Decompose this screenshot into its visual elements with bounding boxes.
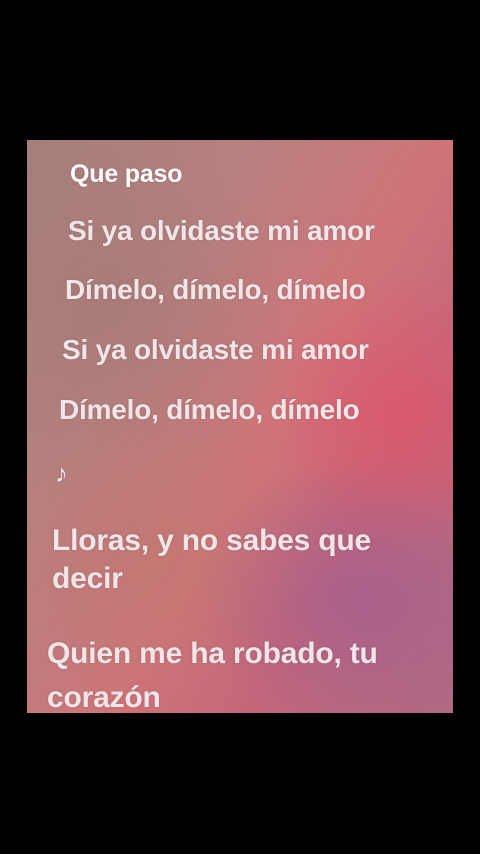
- lyrics-panel[interactable]: Que paso Si ya olvidaste mi amor Dímelo,…: [27, 140, 453, 713]
- lyric-line: Lloras, y no sabes que decir: [52, 524, 372, 595]
- lyric-line: Si ya olvidaste mi amor: [62, 334, 369, 365]
- music-note-icon: ♪: [55, 458, 68, 488]
- lyric-line: Si ya olvidaste mi amor: [68, 215, 375, 246]
- screen: Que paso Si ya olvidaste mi amor Dímelo,…: [0, 0, 480, 854]
- lyric-line: Quien me ha robado, tu corazón: [47, 637, 378, 713]
- lyric-line: Dímelo, dímelo, dímelo: [65, 274, 366, 305]
- lyric-line: Dímelo, dímelo, dímelo: [59, 394, 360, 425]
- current-lyric-line: Que paso: [70, 160, 183, 188]
